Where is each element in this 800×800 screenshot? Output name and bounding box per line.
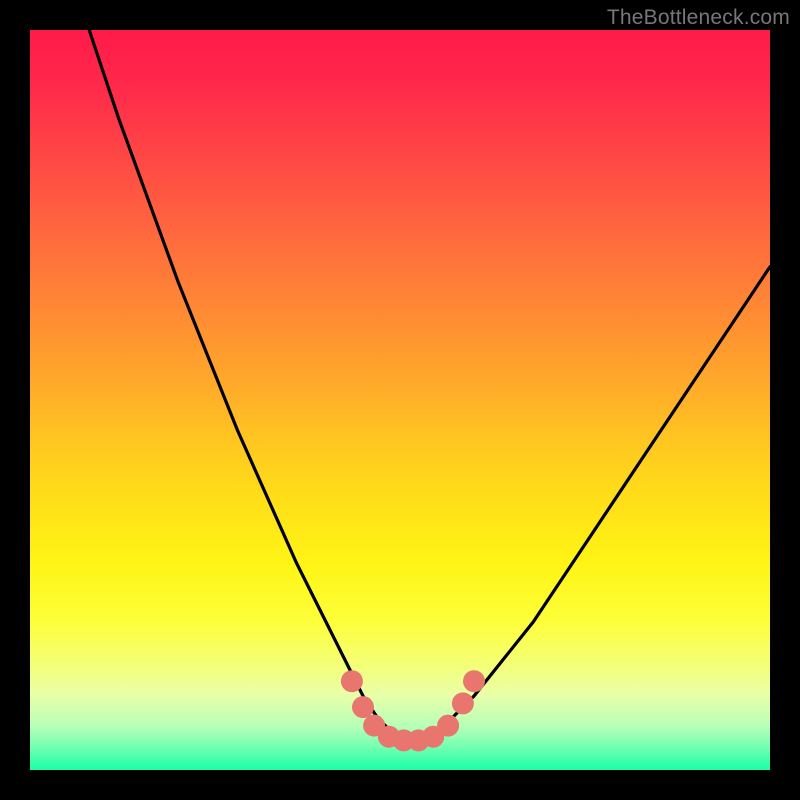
- chart-frame: TheBottleneck.com: [0, 0, 800, 800]
- curve-marker: [393, 729, 415, 751]
- curve-marker: [341, 670, 363, 692]
- watermark-text: TheBottleneck.com: [607, 6, 790, 30]
- curve-marker: [352, 696, 374, 718]
- curve-marker: [363, 715, 385, 737]
- curve-marker: [437, 715, 459, 737]
- curve-marker: [408, 729, 430, 751]
- curve-marker: [463, 670, 485, 692]
- plot-area: [30, 30, 770, 770]
- curve-marker: [378, 726, 400, 748]
- bottleneck-curve: [30, 30, 770, 770]
- curve-marker: [452, 692, 474, 714]
- curve-marker: [422, 726, 444, 748]
